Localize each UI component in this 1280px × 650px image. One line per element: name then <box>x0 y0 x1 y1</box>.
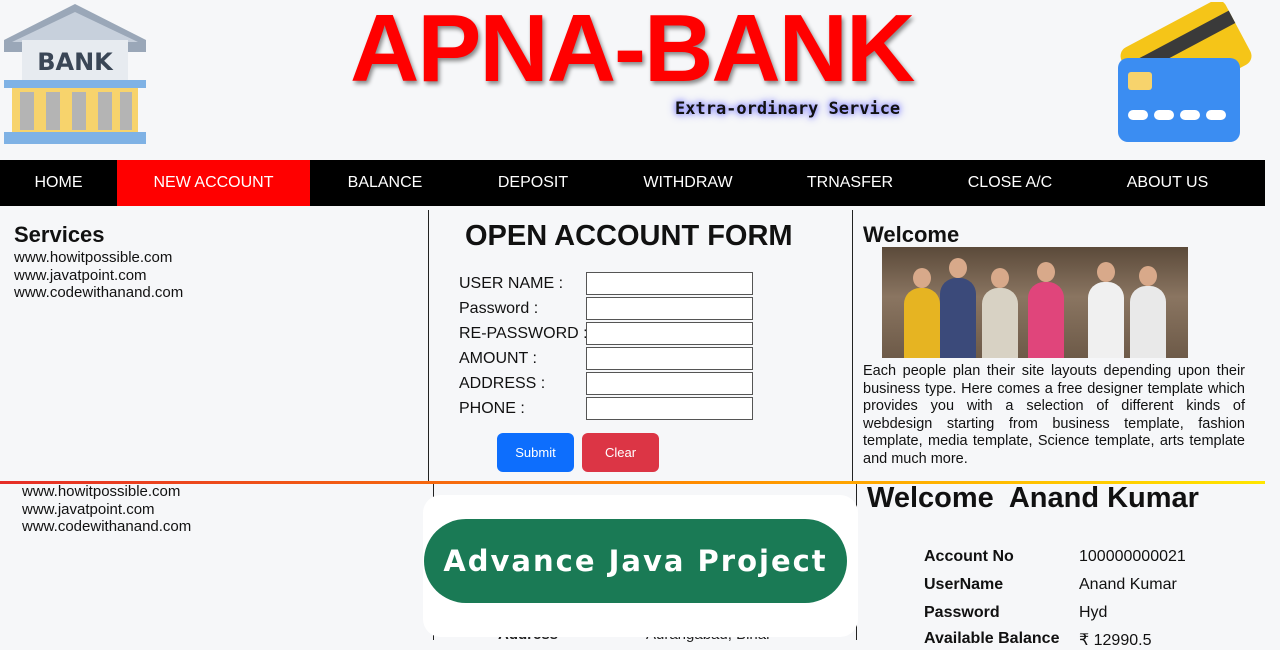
welcome-user-title: Welcome Anand Kumar <box>867 482 1199 514</box>
nav-item-balance[interactable]: BALANCE <box>310 160 460 206</box>
nav-item-close-account[interactable]: CLOSE A/C <box>930 160 1090 206</box>
phone-input[interactable] <box>586 397 753 420</box>
column-divider <box>852 210 853 482</box>
amount-label: AMOUNT : <box>459 350 537 367</box>
account-key: Password <box>924 604 1000 621</box>
brand-title: APNA-BANK <box>350 0 915 102</box>
credit-card-icon <box>1118 2 1252 142</box>
bank-building-icon: BANK <box>4 4 146 144</box>
account-value: Hyd <box>1079 604 1108 621</box>
nav-item-new-account[interactable]: NEW ACCOUNT <box>117 160 310 206</box>
header: BANK APNA-BANK Extra-ordinary Service <box>0 0 1280 160</box>
form-row-username: USER NAME : <box>459 272 759 297</box>
password-label: Password : <box>459 300 539 317</box>
form-title: OPEN ACCOUNT FORM <box>465 220 793 252</box>
account-key: UserName <box>924 576 1004 593</box>
submit-button[interactable]: Submit <box>497 433 574 472</box>
footer-link[interactable]: www.codewithanand.com <box>22 518 191 536</box>
nav-item-about-us[interactable]: ABOUT US <box>1090 160 1245 206</box>
nav-item-deposit[interactable]: DEPOSIT <box>460 160 606 206</box>
form-row-password: Password : <box>459 297 759 322</box>
nav-item-withdraw[interactable]: WITHDRAW <box>606 160 770 206</box>
footer-link[interactable]: www.javatpoint.com <box>22 501 191 519</box>
clear-button[interactable]: Clear <box>582 433 659 472</box>
column-divider <box>428 210 429 482</box>
account-key: Account No <box>924 548 1014 565</box>
nav-item-transfer[interactable]: TRNASFER <box>770 160 930 206</box>
password-input[interactable] <box>586 297 753 320</box>
svg-text:BANK: BANK <box>37 48 114 76</box>
account-value: ₹ 12990.5 <box>1079 632 1152 649</box>
services-panel: Services www.howitpossible.com www.javat… <box>14 222 414 302</box>
project-overlay-label: Advance Java Project <box>424 519 847 603</box>
address-label: ADDRESS : <box>459 375 546 392</box>
nav-item-home[interactable]: HOME <box>0 160 117 206</box>
form-row-repassword: RE-PASSWORD : <box>459 322 759 347</box>
username-label: USER NAME : <box>459 275 564 292</box>
service-link[interactable]: www.codewithanand.com <box>14 284 414 302</box>
address-input[interactable] <box>586 372 753 395</box>
welcome-title: Welcome <box>863 222 960 247</box>
services-title: Services <box>14 222 105 247</box>
welcome-panel: Welcome <box>863 222 1245 248</box>
main-nav: HOME NEW ACCOUNT BALANCE DEPOSIT WITHDRA… <box>0 160 1265 206</box>
welcome-text: Each people plan their site layouts depe… <box>863 363 1245 467</box>
service-link[interactable]: www.howitpossible.com <box>14 249 414 267</box>
service-link[interactable]: www.javatpoint.com <box>14 267 414 285</box>
team-photo <box>882 247 1188 358</box>
tagline: Extra-ordinary Service <box>675 99 901 119</box>
account-value: Anand Kumar <box>1079 576 1177 593</box>
account-value: 100000000021 <box>1079 548 1186 565</box>
repassword-input[interactable] <box>586 322 753 345</box>
form-row-address: ADDRESS : <box>459 372 759 397</box>
username-input[interactable] <box>586 272 753 295</box>
form-row-amount: AMOUNT : <box>459 347 759 372</box>
amount-input[interactable] <box>586 347 753 370</box>
repassword-label: RE-PASSWORD : <box>459 325 588 342</box>
form-row-phone: PHONE : <box>459 397 759 422</box>
footer-link[interactable]: www.howitpossible.com <box>22 483 191 501</box>
account-key: Available Balance <box>924 630 1060 647</box>
footer-links: www.howitpossible.com www.javatpoint.com… <box>22 483 191 536</box>
phone-label: PHONE : <box>459 400 525 417</box>
